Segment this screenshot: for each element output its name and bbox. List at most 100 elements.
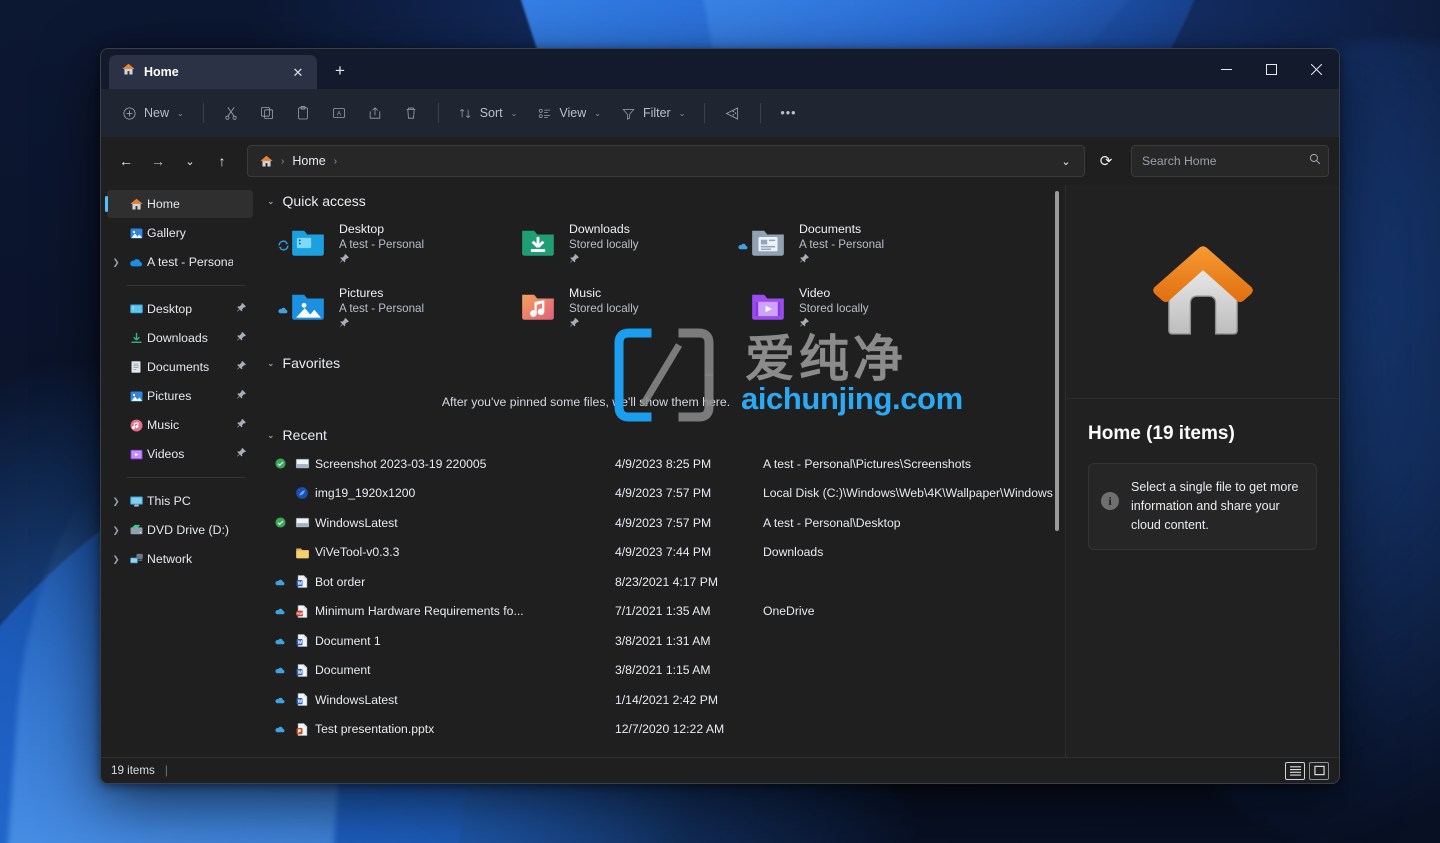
recent-row[interactable]: ViVeTool-v0.3.3 4/9/2023 7:44 PM Downloads (267, 538, 1065, 568)
sidebar-item-pictures[interactable]: Pictures (107, 382, 253, 410)
folder-documents-icon (738, 219, 791, 263)
details-info-card: i Select a single file to get more infor… (1088, 463, 1317, 550)
recent-file-name: WindowsLatest (315, 692, 398, 707)
refresh-button[interactable]: ⟳ (1091, 146, 1121, 176)
sidebar-item-label: Gallery (147, 226, 186, 240)
home-icon (121, 62, 136, 82)
rename-button[interactable]: A (322, 97, 356, 129)
maximize-button[interactable] (1249, 49, 1294, 89)
quick-access-item-name: Video (799, 286, 831, 300)
sidebar-item-music[interactable]: Music (107, 411, 253, 439)
sidebar-divider (127, 285, 245, 286)
chevron-right-icon[interactable]: ❯ (107, 525, 125, 536)
cloud-icon (271, 605, 289, 617)
see-more-button[interactable]: ••• (771, 97, 805, 129)
quick-access-item-desktop[interactable]: Desktop A test - Personal (278, 219, 515, 277)
trash-icon (406, 107, 416, 119)
search-icon[interactable] (1308, 152, 1322, 171)
address-bar[interactable]: › Home › ⌄ (247, 145, 1085, 177)
content-scrollbar[interactable] (1052, 189, 1062, 753)
recent-row[interactable]: WindowsLatest 1/14/2021 2:42 PM (267, 685, 1065, 715)
quick-access-item-documents[interactable]: Documents A test - Personal (738, 219, 975, 277)
delete-button[interactable] (394, 97, 428, 129)
recent-header[interactable]: ⌄ Recent (267, 419, 1065, 445)
back-button[interactable]: ← (111, 146, 141, 176)
copy-button[interactable] (250, 97, 284, 129)
sidebar-item-documents[interactable]: Documents (107, 353, 253, 381)
chevron-right-icon[interactable]: ❯ (107, 554, 125, 565)
cut-button[interactable] (214, 97, 248, 129)
status-separator: | (164, 764, 168, 777)
quick-access-item-name: Music (569, 286, 602, 300)
sidebar-divider (127, 477, 245, 478)
search-input[interactable] (1142, 154, 1308, 168)
close-window-button[interactable] (1294, 49, 1339, 89)
recent-file-name: Screenshot 2023-03-19 220005 (315, 456, 487, 471)
paste-button[interactable] (286, 97, 320, 129)
new-button[interactable]: New ⌄ (113, 97, 193, 129)
filter-button[interactable]: Filter ⌄ (612, 97, 694, 129)
forward-button[interactable]: → (143, 146, 173, 176)
large-icons-view-button[interactable] (1309, 761, 1329, 780)
quick-access-item-music[interactable]: Music Stored locally (515, 283, 745, 341)
quick-access-item-pictures[interactable]: Pictures A test - Personal (278, 283, 515, 341)
close-tab-button[interactable]: ✕ (287, 61, 309, 83)
sidebar-item-desktop[interactable]: Desktop (107, 295, 253, 323)
recent-row[interactable]: Bot order 8/23/2021 4:17 PM (267, 567, 1065, 597)
chevron-down-icon[interactable]: ⌄ (267, 430, 275, 441)
quick-access-header[interactable]: ⌄ Quick access (267, 185, 1065, 211)
breadcrumb-separator-2[interactable]: › (333, 156, 338, 167)
favorites-header[interactable]: ⌄ Favorites (267, 347, 1065, 373)
sidebar-item-a-test-personal[interactable]: ❯ A test - Personal (107, 248, 253, 276)
chevron-right-icon[interactable]: ❯ (107, 257, 125, 268)
sidebar-item-videos[interactable]: Videos (107, 440, 253, 468)
sidebar-item-gallery[interactable]: Gallery (107, 219, 253, 247)
view-icon (539, 108, 551, 118)
recent-row[interactable]: Document 1 3/8/2021 1:31 AM (267, 626, 1065, 656)
up-button[interactable]: ↑ (207, 146, 237, 176)
recent-row[interactable]: PDF Minimum Hardware Requirements fo... 7/… (267, 597, 1065, 627)
recent-row[interactable]: Test presentation.pptx 12/7/2020 12:22 AM (267, 715, 1065, 745)
view-button[interactable]: View ⌄ (528, 97, 610, 129)
chevron-right-icon[interactable]: ❯ (107, 496, 125, 507)
tab-strip: Home ✕ + (101, 49, 355, 89)
search-box[interactable] (1131, 145, 1329, 177)
chevron-down-icon[interactable]: ⌄ (267, 196, 275, 207)
recent-row[interactable]: Document 3/8/2021 1:15 AM (267, 656, 1065, 686)
new-tab-button[interactable]: + (325, 56, 355, 86)
word-file-icon (289, 692, 315, 707)
pin-icon (233, 447, 249, 461)
folder-desktop-icon (278, 219, 331, 263)
tab-home[interactable]: Home ✕ (109, 55, 317, 89)
details-pane-button[interactable] (715, 97, 750, 129)
quick-access-item-subtitle: Stored locally (569, 238, 639, 251)
recent-row[interactable]: Screenshot 2023-03-19 220005 4/9/2023 8:2… (267, 449, 1065, 479)
sidebar-item-dvd-drive-d-ccc[interactable]: ❯ DVD Drive (D:) CCC (107, 516, 253, 544)
recent-locations-button[interactable]: ⌄ (175, 146, 205, 176)
recent-file-date: 4/9/2023 7:57 PM (615, 486, 712, 501)
sidebar-item-network[interactable]: ❯ Network (107, 545, 253, 573)
breadcrumb-home-icon[interactable] (256, 154, 278, 169)
share-button[interactable] (358, 97, 392, 129)
navigation-pane[interactable]: Home Gallery ❯ A test - Personal Desktop Down… (101, 185, 259, 757)
folder-icon (289, 545, 315, 560)
address-dropdown-button[interactable]: ⌄ (1052, 147, 1080, 175)
sidebar-item-downloads[interactable]: Downloads (107, 324, 253, 352)
recent-row[interactable]: img19_1920x1200 4/9/2023 7:57 PM Local Dis… (267, 479, 1065, 509)
scrollbar-thumb[interactable] (1055, 191, 1059, 531)
quick-access-item-video[interactable]: Video Stored locally (745, 283, 975, 341)
address-bar-row: ← → ⌄ ↑ › Home › ⌄ ⟳ (101, 137, 1339, 185)
breadcrumb-item-home[interactable]: Home (287, 149, 330, 173)
pin-icon (233, 389, 249, 403)
quick-access-item-subtitle: A test - Personal (339, 302, 425, 315)
sort-button[interactable]: Sort ⌄ (449, 97, 527, 129)
sidebar-item-label: Music (147, 418, 180, 432)
recent-file-name: Minimum Hardware Requirements fo... (315, 604, 524, 619)
minimize-button[interactable] (1204, 49, 1249, 89)
sidebar-item-this-pc[interactable]: ❯ This PC (107, 487, 253, 515)
chevron-down-icon[interactable]: ⌄ (267, 358, 275, 369)
details-view-button[interactable] (1285, 761, 1305, 780)
sidebar-item-home[interactable]: Home (105, 190, 253, 218)
quick-access-item-downloads[interactable]: Downloads Stored locally (515, 219, 745, 277)
recent-row[interactable]: WindowsLatest 4/9/2023 7:57 PM A test - Pe… (267, 508, 1065, 538)
